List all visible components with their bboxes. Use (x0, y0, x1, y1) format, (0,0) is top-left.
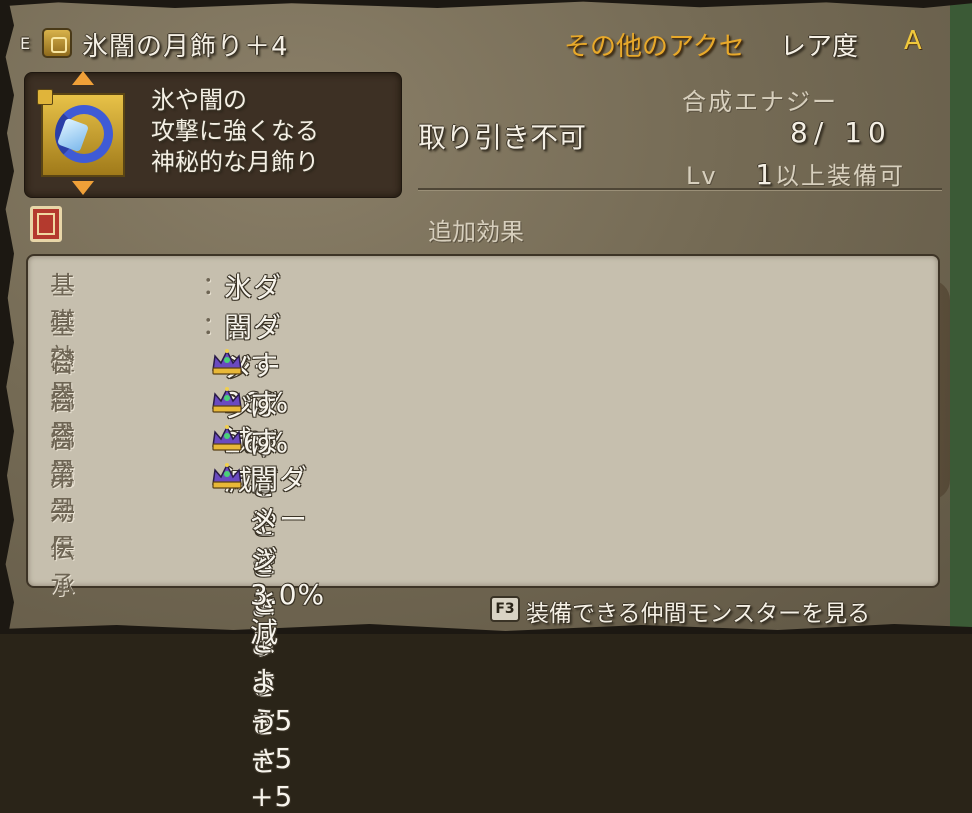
effect-type: 第一伝承 (50, 463, 77, 600)
item-detail-window: E 氷闇の月飾り＋4 その他のアクセ レア度 A 氷や闇の 攻撃に強くなる 神秘… (0, 0, 972, 813)
synthesis-energy-label: 合成エナジー (682, 88, 838, 116)
item-description-panel: 氷や闇の 攻撃に強くなる 神秘的な月飾り (24, 71, 402, 198)
frame-edge-left (0, 0, 14, 634)
level-prefix: Lv (686, 162, 718, 190)
effect-text: 闇ダメージ 3.0%減 (250, 463, 326, 649)
crown-icon (212, 463, 242, 489)
info-divider (418, 188, 942, 190)
frame-edge-top (0, 0, 972, 8)
additional-effects-title: 追加効果 (428, 218, 524, 246)
book-icon[interactable] (30, 206, 62, 242)
rarity-value: A (904, 26, 922, 56)
effects-panel: 基礎効果：氷ダメージ 26%減基礎効果：闇ダメージ 26%減合成効果すばやさとき… (26, 254, 940, 813)
lock-icon (37, 89, 53, 105)
item-header: E 氷闇の月飾り＋4 その他のアクセ レア度 A (16, 22, 942, 66)
equip-level-requirement: Lv 1以上装備可 (686, 156, 905, 191)
synthesis-energy-value: 8/ 10 (790, 116, 892, 149)
level-value: 1 (755, 158, 776, 191)
previous-item-arrow-icon[interactable] (72, 71, 94, 85)
crown-icon (212, 387, 242, 413)
rarity-label: レア度 (780, 32, 859, 62)
level-suffix: 以上装備可 (775, 162, 906, 190)
ribbon-icon (42, 28, 72, 58)
crescent-moon-item-icon (37, 89, 125, 177)
equipped-mark: E (20, 34, 31, 53)
description-line: 神秘的な月飾り (151, 148, 319, 176)
item-name: 氷闇の月飾り＋4 (82, 32, 289, 62)
crown-icon (212, 349, 242, 375)
f3-key-icon[interactable]: F3 (490, 596, 520, 622)
background-foliage (950, 0, 972, 634)
item-category: その他のアクセ (564, 32, 745, 62)
crown-icon (212, 425, 242, 451)
next-item-arrow-icon[interactable] (72, 181, 94, 195)
description-line: 攻撃に強くなる (151, 117, 319, 145)
description-line: 氷や闇の (151, 86, 247, 114)
trade-status: 取り引き不可 (418, 121, 587, 154)
item-description: 氷や闇の 攻撃に強くなる 神秘的な月飾り (151, 85, 319, 178)
view-monsters-hint: 装備できる仲間モンスターを見る (526, 601, 871, 627)
